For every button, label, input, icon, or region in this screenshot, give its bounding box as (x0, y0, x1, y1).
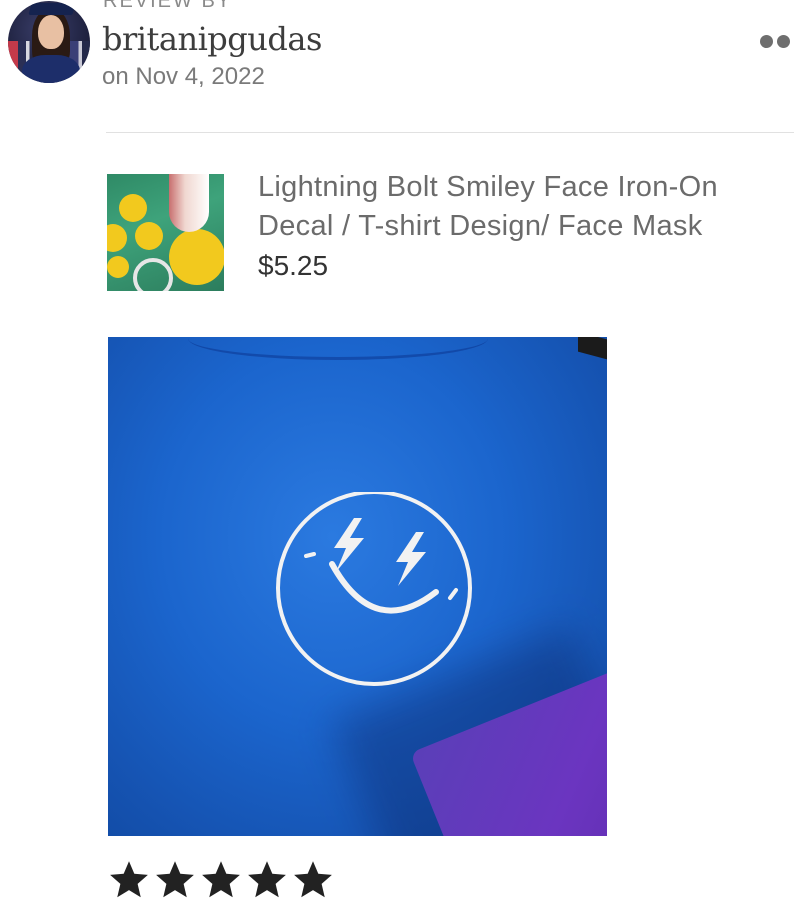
more-dots-icon[interactable] (760, 33, 794, 49)
avatar-face (38, 15, 64, 49)
smiley-sticker (107, 256, 129, 278)
review-photo[interactable] (108, 337, 607, 836)
smiley-sticker (119, 194, 147, 222)
smiley-sticker (135, 222, 163, 250)
smiley-sticker (169, 229, 224, 285)
photo-corner (578, 337, 607, 363)
heat-press-tool (169, 174, 209, 232)
lightning-smiley-decal (276, 492, 472, 686)
star-icon (202, 861, 240, 898)
dot (777, 34, 790, 48)
item-price: $5.25 (258, 250, 329, 281)
review-date: on Nov 4, 2022 (102, 63, 265, 90)
scissors (133, 258, 173, 291)
reviewer-username[interactable]: britanipgudas (102, 20, 322, 58)
graduation-cap (28, 3, 76, 15)
review-by-label: REVIEW BY (103, 0, 233, 12)
dot (760, 34, 773, 48)
reviewer-avatar[interactable] (8, 1, 90, 83)
avatar-gown (22, 55, 80, 83)
shirt-collar (188, 337, 488, 360)
star-icon (248, 861, 286, 898)
item-title[interactable]: Lightning Bolt Smiley Face Iron-On Decal… (258, 168, 788, 246)
item-thumbnail[interactable] (107, 174, 224, 291)
star-icon (110, 861, 148, 898)
divider (106, 132, 794, 133)
star-icon (294, 861, 332, 898)
smiley-sticker (107, 224, 127, 252)
star-rating (106, 858, 336, 902)
star-icon (156, 861, 194, 898)
